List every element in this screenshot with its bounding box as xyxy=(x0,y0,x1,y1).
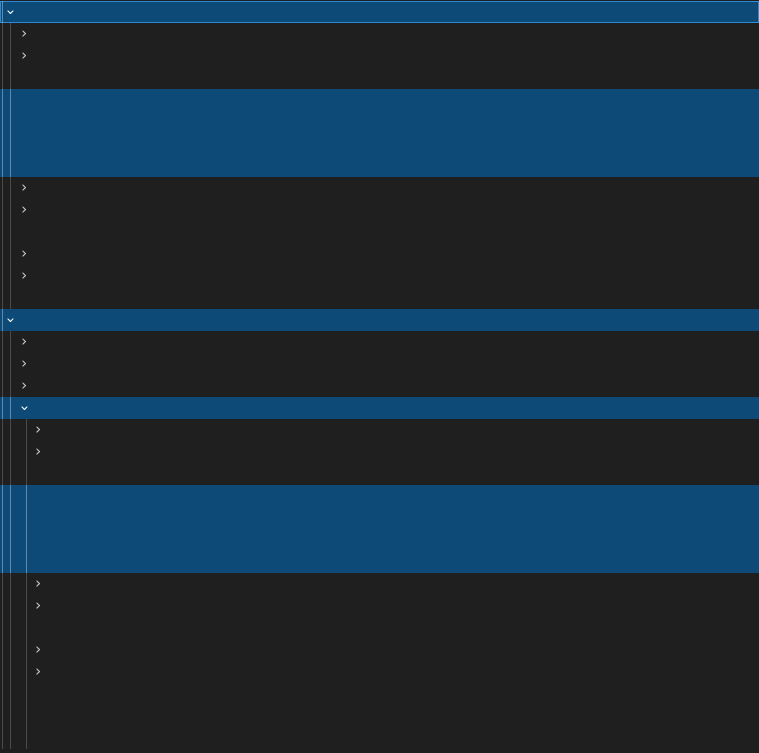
variable-row[interactable]: model_extra = None xyxy=(0,617,759,639)
chevron-right-icon[interactable]: › xyxy=(16,23,32,45)
variable-row[interactable]: › model_config = {} xyxy=(0,595,759,617)
variable-row[interactable]: › class variables xyxy=(0,375,759,397)
variable-row[interactable]: › function variables xyxy=(0,353,759,375)
chevron-right-icon[interactable]: › xyxy=(30,639,46,661)
chevron-right-icon[interactable]: › xyxy=(16,243,32,265)
chevron-right-icon[interactable]: › xyxy=(30,595,46,617)
variable-row[interactable]: model_extra = None xyxy=(0,221,759,243)
variable-row[interactable]: table_score = nan xyxy=(0,727,759,749)
chevron-right-icon[interactable]: › xyxy=(16,375,32,397)
variable-row[interactable]: ocr_score = nan xyxy=(0,683,759,705)
variable-row[interactable]: › function variables xyxy=(0,45,759,67)
variable-row[interactable]: › special variables xyxy=(0,331,759,353)
chevron-right-icon[interactable]: › xyxy=(16,331,32,353)
variable-row[interactable]: › model_fields = {'parse_score': FieldIn… xyxy=(0,639,759,661)
chevron-right-icon[interactable]: › xyxy=(16,199,32,221)
variable-row[interactable]: layout_score = 0.9149984121322632 xyxy=(0,463,759,485)
chevron-right-icon[interactable]: › xyxy=(30,661,46,683)
variable-row[interactable]: › special variables xyxy=(0,23,759,45)
variable-row[interactable]: mean_grade = <QualityGrade.EXCELLENT: 'e… xyxy=(0,133,759,155)
variable-row[interactable]: › model_fields_set = {'parse_score', 'oc… xyxy=(0,661,759,683)
variable-row[interactable]: › model_fields_set = {'ocr_score', 'layo… xyxy=(0,265,759,287)
variable-row[interactable]: › pages = defaultdict(<class 'docling.da… xyxy=(0,309,759,331)
variable-row[interactable]: › special variables xyxy=(0,419,759,441)
variable-row[interactable]: › confidence = ConfidenceReport(parse_sc… xyxy=(0,1,759,23)
variable-row[interactable]: mean_score = 0.9574992060661316 xyxy=(0,551,759,573)
variable-row[interactable]: › 0 = PageConfidenceScores(parse_score=1… xyxy=(0,397,759,419)
variable-row[interactable]: low_score = 0.91924849152565 xyxy=(0,507,759,529)
chevron-right-icon[interactable]: › xyxy=(30,573,46,595)
variable-row[interactable]: mean_grade = <QualityGrade.EXCELLENT: 'e… xyxy=(0,529,759,551)
debug-variables-tree: › confidence = ConfidenceReport(parse_sc… xyxy=(0,0,759,753)
variable-row[interactable]: parse_score = 1.0 xyxy=(0,705,759,727)
chevron-right-icon[interactable]: › xyxy=(16,177,32,199)
chevron-right-icon[interactable]: › xyxy=(30,419,46,441)
variable-row[interactable]: ocr_score = nan xyxy=(0,287,759,309)
variable-row[interactable]: mean_score = 0.9574992060661316 xyxy=(0,155,759,177)
variable-row[interactable]: › model_fields = {'parse_score': FieldIn… xyxy=(0,243,759,265)
variable-row[interactable]: › model_computed_fields = {'mean_grade':… xyxy=(0,177,759,199)
variable-row[interactable]: › model_computed_fields = {'mean_grade':… xyxy=(0,573,759,595)
variable-row[interactable]: low_grade = <QualityGrade.EXCELLENT: 'ex… xyxy=(0,89,759,111)
chevron-right-icon[interactable]: › xyxy=(16,353,32,375)
chevron-right-icon[interactable]: › xyxy=(30,441,46,463)
variable-row[interactable]: › function variables xyxy=(0,441,759,463)
chevron-right-icon[interactable]: › xyxy=(16,265,32,287)
variable-row[interactable]: low_grade = <QualityGrade.EXCELLENT: 'ex… xyxy=(0,485,759,507)
chevron-down-icon[interactable]: › xyxy=(0,312,21,328)
variable-row[interactable]: low_score = 0.91924849152565 xyxy=(0,111,759,133)
chevron-down-icon[interactable]: › xyxy=(0,4,21,20)
chevron-down-icon[interactable]: › xyxy=(13,400,35,416)
chevron-right-icon[interactable]: › xyxy=(16,45,32,67)
variable-row[interactable]: layout_score = 0.9149984121322632 xyxy=(0,67,759,89)
variable-row[interactable]: › model_config = {} xyxy=(0,199,759,221)
